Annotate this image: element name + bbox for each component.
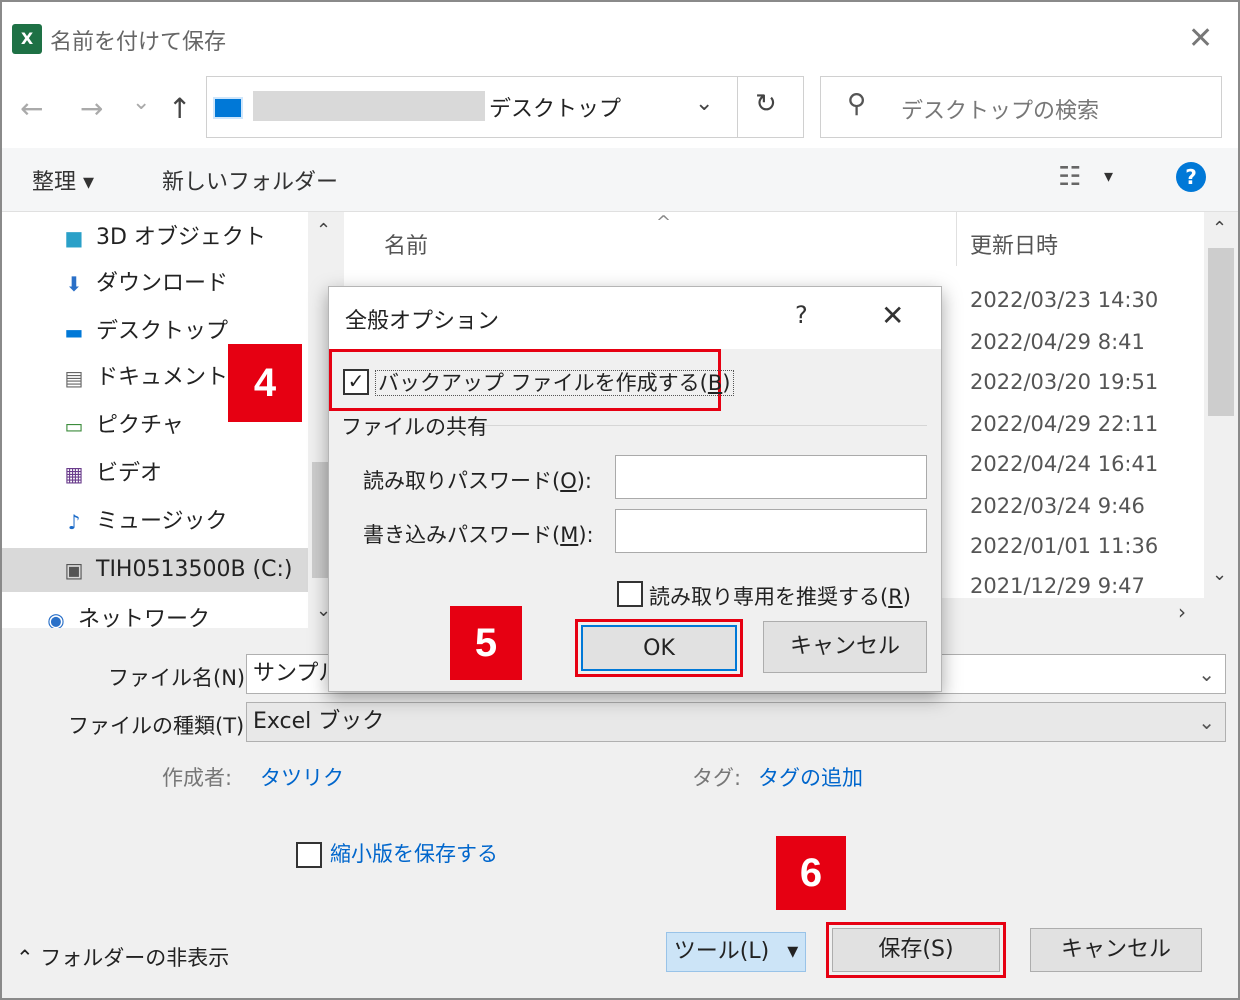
- scroll-up-icon[interactable]: ⌃: [316, 220, 331, 241]
- backup-label[interactable]: バックアップ ファイルを作成する(B): [375, 367, 734, 397]
- cancel-button[interactable]: キャンセル: [1030, 928, 1202, 972]
- filename-label: ファイル名(N):: [108, 666, 253, 690]
- cube-icon: ■: [64, 226, 84, 250]
- chevron-down-icon[interactable]: ⌄: [1198, 655, 1215, 693]
- address-location[interactable]: デスクトップ: [489, 91, 621, 123]
- download-icon: ⬇: [65, 272, 83, 296]
- read-password-input[interactable]: [615, 455, 927, 499]
- dialog-help-button[interactable]: ?: [795, 301, 808, 329]
- sidebar-item-music[interactable]: ♪ ミュージック: [60, 502, 228, 542]
- author-label: 作成者:: [162, 766, 233, 790]
- file-date: 2022/04/29 8:41: [970, 330, 1145, 354]
- write-password-input[interactable]: [615, 509, 927, 553]
- file-date: 2022/04/29 22:11: [970, 412, 1159, 436]
- search-icon: ⚲: [847, 89, 867, 119]
- organize-button[interactable]: 整理 ▾: [32, 164, 94, 196]
- hide-folders-button[interactable]: ⌃ フォルダーの非表示: [16, 942, 229, 972]
- file-date: 2022/03/24 9:46: [970, 494, 1145, 518]
- tags-add-link[interactable]: タグの追加: [758, 762, 863, 792]
- scroll-up-icon[interactable]: ⌃: [1212, 218, 1227, 239]
- write-password-label: 書き込みパスワード(M):: [363, 523, 594, 547]
- step-4-callout: 4: [228, 344, 302, 422]
- desktop-icon: ▬: [64, 320, 84, 344]
- recent-locations-button[interactable]: ⌄: [132, 90, 150, 115]
- view-dropdown-button[interactable]: ▾: [1104, 166, 1113, 187]
- author-value[interactable]: タツリク: [260, 762, 344, 792]
- divider: [737, 77, 738, 137]
- address-bar[interactable]: デスクトップ ⌄ ↻: [206, 76, 804, 138]
- document-icon: ▤: [64, 366, 84, 390]
- command-bar: 整理 ▾ 新しいフォルダー ☷ ▾: [2, 148, 1238, 212]
- new-folder-button[interactable]: 新しいフォルダー: [162, 164, 338, 196]
- window-title: 名前を付けて保存: [50, 30, 227, 55]
- chevron-down-icon[interactable]: ⌄: [695, 91, 713, 116]
- file-date: 2021/12/29 9:47: [970, 574, 1145, 596]
- backup-checkbox[interactable]: ✓: [343, 369, 369, 395]
- video-icon: ▦: [64, 462, 84, 486]
- sidebar-item-downloads[interactable]: ⬇ ダウンロード: [60, 264, 228, 304]
- filetype-label: ファイルの種類(T):: [68, 714, 252, 738]
- music-icon: ♪: [67, 510, 81, 534]
- scroll-down-icon[interactable]: ⌄: [1212, 564, 1227, 585]
- back-button[interactable]: ←: [20, 92, 43, 125]
- thumbnail-label[interactable]: 縮小版を保存する: [330, 838, 498, 868]
- tags-label: タグ:: [692, 766, 742, 790]
- ok-button[interactable]: OK: [581, 625, 737, 671]
- column-header-date[interactable]: 更新日時: [970, 228, 1058, 260]
- address-path-redacted: [253, 91, 485, 121]
- step-5-callout: 5: [450, 606, 522, 680]
- sort-ascending-icon: ^: [656, 212, 672, 233]
- up-button[interactable]: ↑: [168, 92, 191, 125]
- save-as-window: X 名前を付けて保存 ✕ ← → ⌄ ↑ デスクトップ ⌄ ↻ ⚲ デスクトップ…: [0, 0, 1240, 1000]
- scroll-right-icon[interactable]: ›: [1178, 600, 1186, 624]
- column-header-name[interactable]: 名前: [384, 228, 428, 260]
- help-icon[interactable]: ?: [1176, 162, 1206, 192]
- title-bar: X 名前を付けて保存 ✕: [2, 2, 1238, 76]
- step-6-callout: 6: [776, 836, 846, 910]
- view-options-icon[interactable]: ☷: [1058, 162, 1081, 192]
- readonly-label[interactable]: 読み取り専用を推奨する(R): [649, 581, 911, 611]
- file-list-scrollbar[interactable]: ⌃ ⌄: [1204, 212, 1238, 598]
- file-date: 2022/03/23 14:30: [970, 288, 1159, 312]
- group-divider: [485, 425, 927, 426]
- sidebar-item-c-drive[interactable]: ▣ TIH0513500B (C:): [60, 550, 293, 590]
- thumbnail-checkbox[interactable]: [296, 842, 322, 868]
- read-password-label: 読み取りパスワード(O):: [363, 469, 593, 493]
- file-date: 2022/04/24 16:41: [970, 452, 1159, 476]
- file-date: 2022/03/20 19:51: [970, 370, 1159, 394]
- general-options-dialog: 全般オプション ? ✕ ✓ バックアップ ファイルを作成する(B) ファイルの共…: [328, 286, 942, 692]
- filetype-select[interactable]: Excel ブック ⌄: [246, 702, 1226, 742]
- tools-button[interactable]: ツール(L) ▾: [666, 932, 806, 972]
- dialog-close-button[interactable]: ✕: [881, 299, 904, 332]
- refresh-button[interactable]: ↻: [755, 89, 777, 119]
- picture-icon: ▭: [64, 414, 84, 438]
- sidebar-item-pictures[interactable]: ▭ ピクチャ: [60, 406, 184, 446]
- sidebar-item-3d-objects[interactable]: ■ 3D オブジェクト: [60, 218, 266, 258]
- sidebar-item-network[interactable]: ◉ ネットワーク: [42, 606, 210, 628]
- drive-icon: ▣: [64, 558, 84, 582]
- network-icon: ◉: [47, 608, 65, 628]
- sidebar-item-documents[interactable]: ▤ ドキュメント: [60, 358, 228, 398]
- column-divider: [956, 212, 957, 266]
- sidebar-item-desktop[interactable]: ▬ デスクトップ: [60, 312, 228, 352]
- search-input[interactable]: デスクトップの検索: [901, 93, 1099, 125]
- forward-button[interactable]: →: [80, 92, 103, 125]
- file-date: 2022/01/01 11:36: [970, 534, 1159, 558]
- dialog-title: 全般オプション: [345, 309, 500, 334]
- save-button[interactable]: 保存(S): [832, 928, 1000, 972]
- close-window-button[interactable]: ✕: [1188, 24, 1213, 54]
- desktop-icon: [213, 97, 243, 119]
- sidebar-item-videos[interactable]: ▦ ビデオ: [60, 454, 162, 494]
- excel-app-icon: X: [12, 24, 42, 54]
- readonly-checkbox[interactable]: [617, 581, 643, 607]
- file-sharing-group-label: ファイルの共有: [341, 415, 488, 439]
- chevron-up-icon: ⌃: [16, 946, 41, 970]
- dialog-cancel-button[interactable]: キャンセル: [763, 621, 927, 673]
- scroll-thumb[interactable]: [1208, 248, 1234, 416]
- dialog-title-bar: 全般オプション ? ✕: [329, 287, 941, 349]
- chevron-down-icon[interactable]: ⌄: [1198, 703, 1215, 741]
- caret-down-icon: ▾: [787, 939, 799, 964]
- search-box[interactable]: ⚲ デスクトップの検索: [820, 76, 1222, 138]
